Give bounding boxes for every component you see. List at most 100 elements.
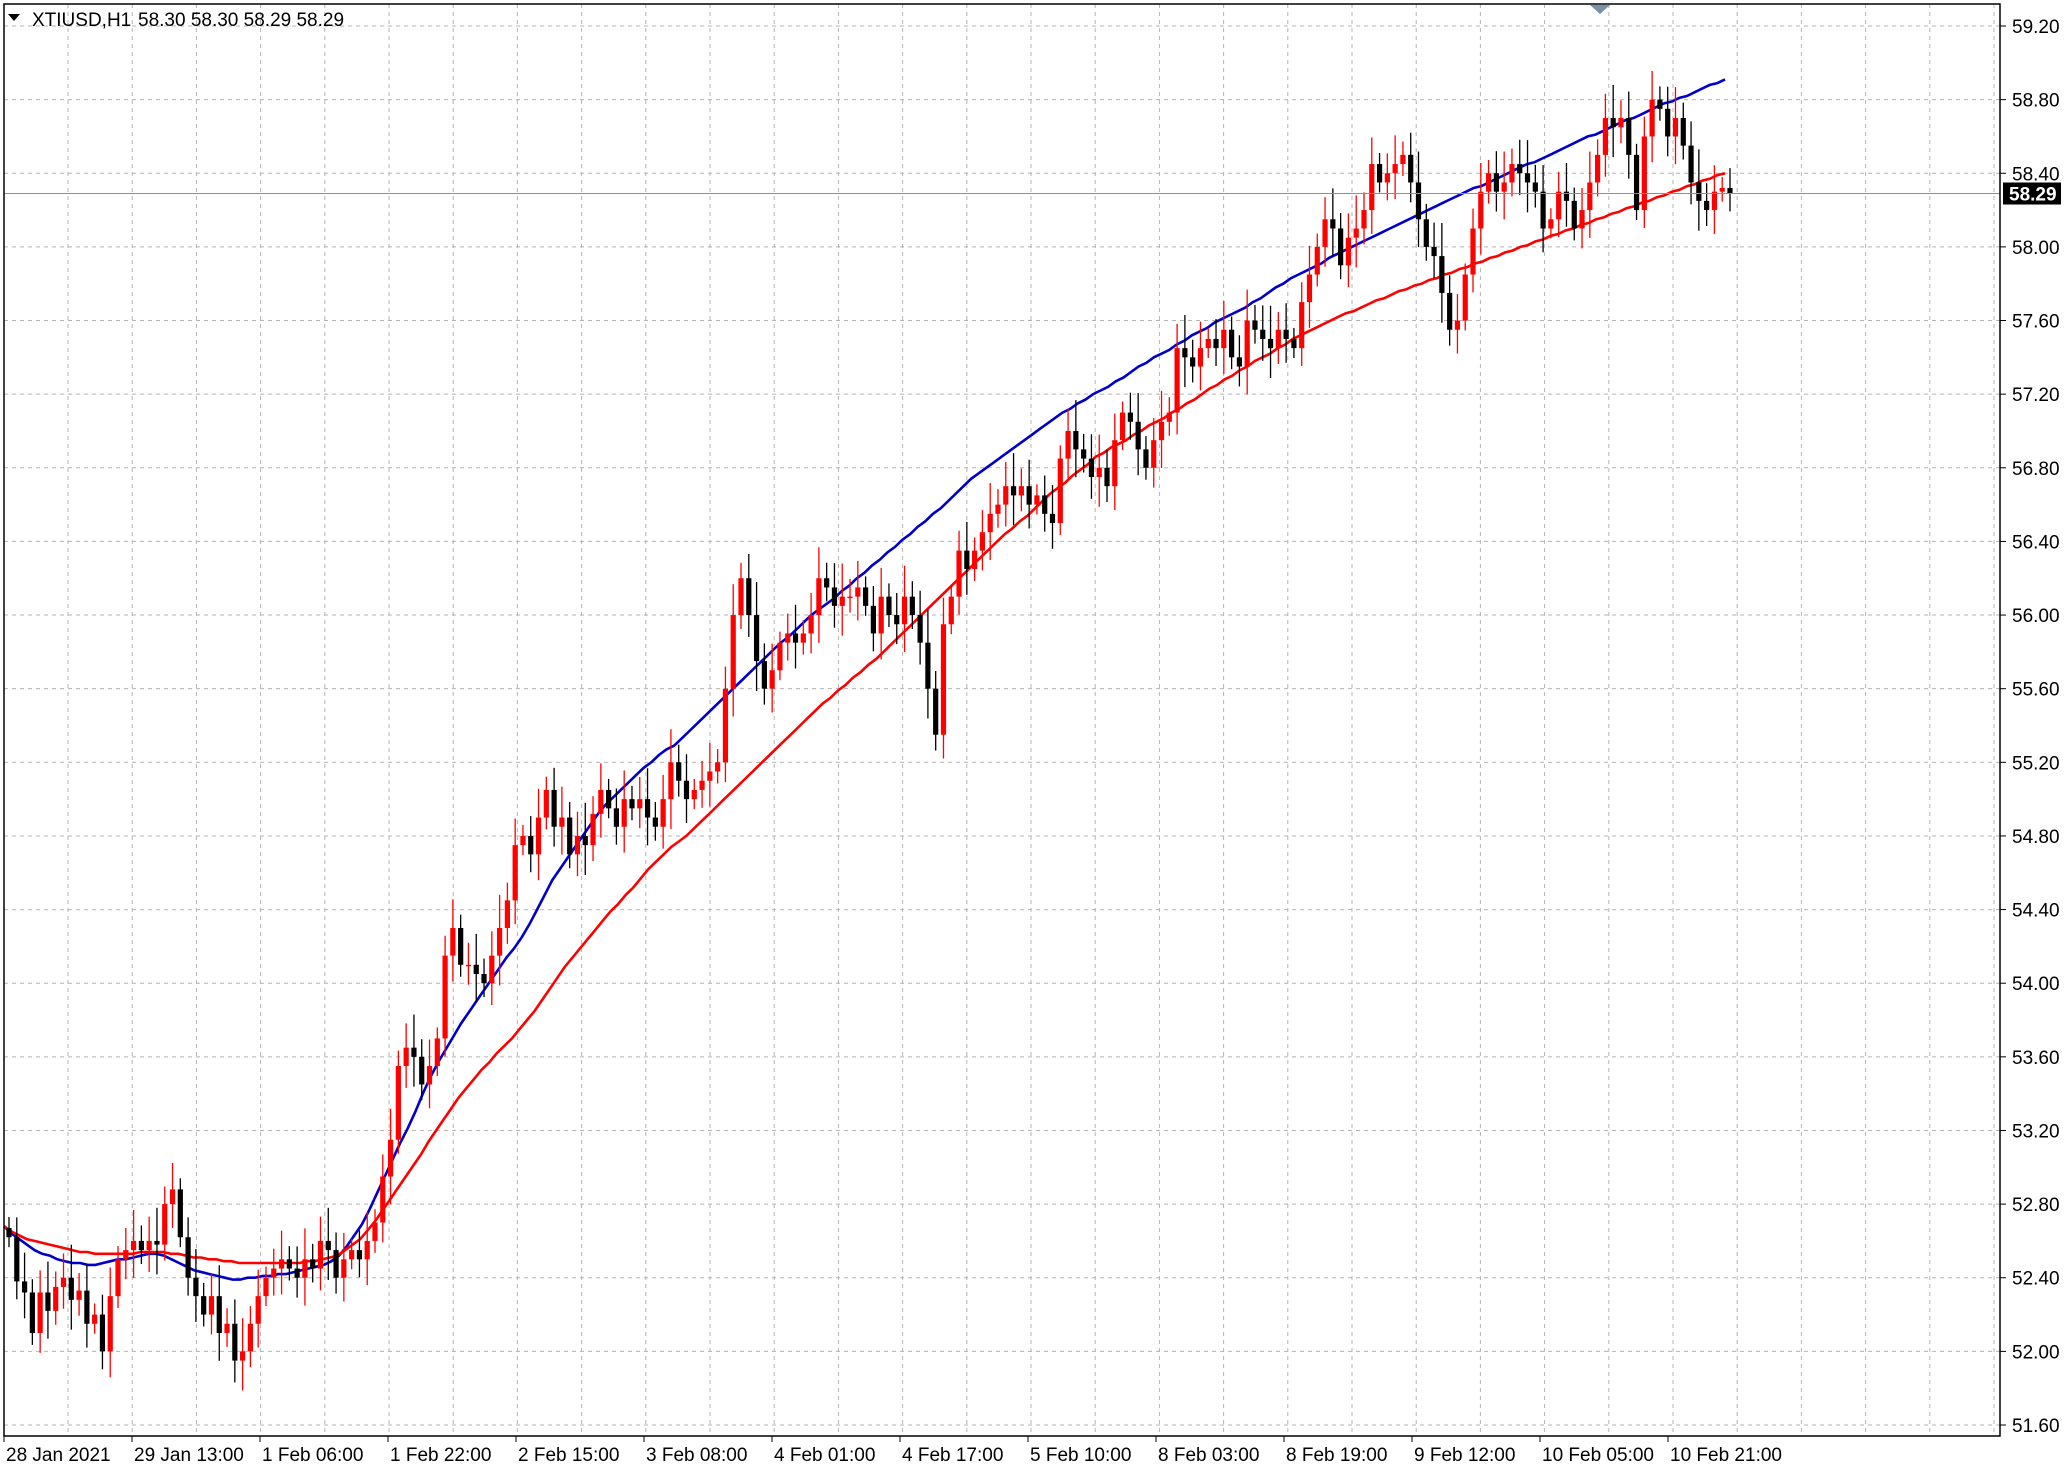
symbol-label: XTIUSD,H1 [32, 10, 131, 31]
candle-body [1174, 348, 1180, 413]
candle-body [995, 504, 1001, 514]
candle-body [138, 1240, 144, 1251]
candle-body [372, 1222, 378, 1241]
candle-body [341, 1259, 347, 1278]
candle-body [1275, 329, 1281, 349]
x-tick-label: 3 Feb 08:00 [646, 1445, 747, 1466]
candle-body [1151, 440, 1157, 468]
candle-body [255, 1296, 261, 1324]
candle-body [964, 550, 970, 570]
candle-body [777, 642, 783, 671]
candle-body [224, 1323, 230, 1333]
candle-body [1517, 164, 1523, 174]
candle-body [1190, 357, 1196, 367]
candle-body [1221, 329, 1227, 349]
chart-background [0, 0, 2070, 1470]
candle-body [1485, 173, 1492, 192]
candle-body [1688, 145, 1694, 183]
candle-body [271, 1268, 277, 1278]
candle-body [465, 964, 472, 967]
candle-body [325, 1240, 331, 1251]
candle-body [1376, 164, 1383, 183]
candle-body [1727, 187, 1733, 194]
candle-body [1602, 118, 1609, 155]
candle-body [1447, 292, 1453, 330]
candle-body [839, 596, 845, 606]
candle-body [808, 615, 814, 634]
candle-body [317, 1240, 324, 1269]
candle-body [1353, 228, 1359, 238]
candle-body [535, 817, 542, 855]
candle-body [901, 596, 908, 625]
candle-body [691, 789, 697, 800]
candle-body [1081, 449, 1087, 459]
candle-body [613, 808, 620, 827]
candle-body [154, 1240, 160, 1245]
candle-body [847, 596, 853, 599]
candle-body [6, 1228, 12, 1238]
candle-body [1010, 486, 1017, 496]
price-chart[interactable]: 59.20 58.80 58.40 58.00 57.60 57.20 56.80 56.40… [0, 0, 2070, 1470]
candle-body [333, 1250, 339, 1278]
candle-body [972, 550, 978, 570]
candle-body [1454, 320, 1461, 330]
candle-body [769, 670, 775, 689]
candle-body [458, 927, 464, 965]
candle-body [1338, 228, 1344, 266]
y-tick-label: 55.60 [2012, 680, 2060, 701]
candle-body [263, 1277, 269, 1297]
candle-body [1462, 274, 1468, 321]
candle-body [1158, 421, 1165, 441]
candle-body [1096, 467, 1102, 477]
candle-body [1112, 440, 1118, 487]
candle-body [1509, 164, 1515, 183]
candle-body [800, 633, 806, 643]
candle-body [707, 771, 713, 781]
candle-body [683, 780, 690, 800]
y-tick-label: 53.60 [2012, 1048, 2060, 1069]
candle-body [1696, 182, 1702, 201]
candle-body [878, 596, 884, 634]
x-tick-label: 29 Jan 13:00 [134, 1445, 244, 1466]
candle-body [395, 1066, 401, 1140]
candle-body [1143, 449, 1149, 468]
candle-body [1595, 154, 1601, 183]
candle-body [956, 550, 962, 597]
candle-body [1345, 237, 1352, 266]
x-tick-label: 1 Feb 06:00 [262, 1445, 363, 1466]
y-tick-label: 51.60 [2012, 1416, 2060, 1437]
x-tick-label: 8 Feb 03:00 [1158, 1445, 1259, 1466]
candle-body [193, 1277, 199, 1297]
candle-body [668, 762, 674, 800]
candle-body [1704, 200, 1710, 211]
candle-body [489, 955, 495, 984]
candle-body [1088, 458, 1095, 477]
candle-body [1633, 154, 1640, 211]
candle-body [481, 974, 487, 984]
candle-body [504, 900, 510, 928]
candle-body [1018, 486, 1024, 496]
candle-body [442, 955, 448, 1039]
candle-body [1003, 486, 1009, 505]
ohlc-label: 58.30 58.30 58.29 58.29 [138, 10, 344, 31]
x-tick-label: 9 Feb 12:00 [1414, 1445, 1515, 1466]
candle-body [450, 927, 456, 956]
candle-body [746, 578, 752, 616]
candle-body [1587, 182, 1593, 211]
candle-body [14, 1237, 20, 1282]
candle-body [660, 799, 666, 827]
y-tick-label: 53.20 [2012, 1121, 2060, 1142]
candle-body [1026, 486, 1032, 505]
candle-body [1049, 513, 1056, 524]
candle-body [364, 1240, 370, 1260]
candle-body [590, 813, 596, 846]
candle-body [715, 762, 721, 772]
candle-body [1236, 357, 1242, 367]
y-tick-label: 57.20 [2012, 385, 2060, 406]
candle-body [1244, 320, 1250, 367]
candle-body [185, 1237, 191, 1278]
candle-body [411, 1047, 417, 1057]
candle-body [1711, 191, 1718, 211]
candle-body [824, 578, 830, 588]
candle-body [434, 1038, 440, 1067]
